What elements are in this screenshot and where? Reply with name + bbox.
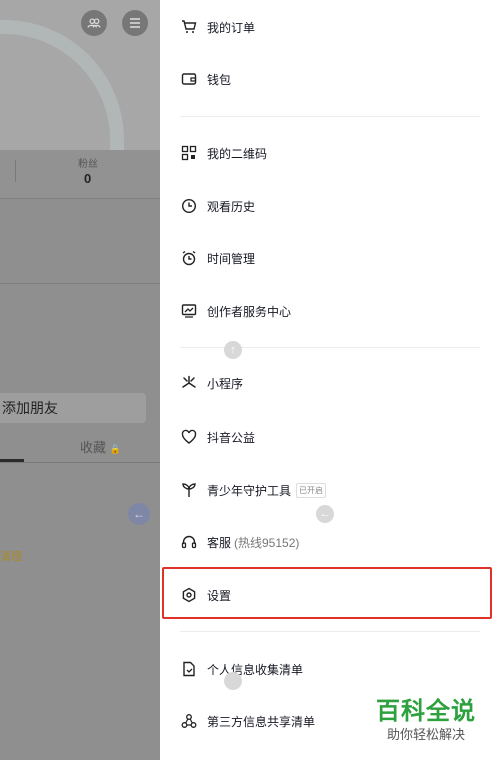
qrcode-icon (180, 144, 198, 162)
menu-item-label: 创作者服务中心 (207, 304, 292, 319)
menu-item-third-party-share[interactable]: 第三方信息共享清单 (180, 706, 315, 736)
alarm-icon (180, 249, 198, 267)
creator-icon (180, 302, 198, 320)
menu-item-mini-program[interactable]: 小程序 (180, 368, 243, 398)
sprout-icon (180, 481, 198, 499)
menu-divider (180, 116, 480, 117)
wallet-icon (180, 70, 198, 88)
hotline-text: (热线95152) (234, 535, 300, 550)
menu-divider (180, 631, 480, 632)
mini-program-icon (180, 374, 198, 392)
touch-indicator (224, 672, 242, 690)
lock-icon: 🔒 (109, 444, 121, 454)
tab-favorites-label: 收藏 (80, 440, 107, 455)
add-friend-button[interactable]: 添加朋友 (0, 393, 146, 423)
menu-item-label: 第三方信息共享清单 (207, 714, 316, 729)
menu-item-label: 我的二维码 (207, 146, 268, 161)
menu-item-label: 时间管理 (207, 251, 256, 266)
menu-item-label: 钱包 (207, 72, 232, 87)
fans-count: 0 (84, 171, 92, 186)
stats-divider (15, 160, 16, 182)
headset-icon (180, 533, 198, 551)
menu-item-label: 观看历史 (207, 199, 256, 214)
menu-item-label: 我的订单 (207, 20, 256, 35)
watermark-title: 百科全说 (376, 698, 476, 725)
menu-item-label: 抖音公益 (207, 430, 256, 445)
menu-item-label: 青少年守护工具 (207, 483, 292, 498)
clock-icon (180, 197, 198, 215)
tab-active-indicator (0, 459, 24, 462)
clean-link[interactable]: 清理 (0, 548, 22, 564)
cart-icon (180, 18, 198, 36)
share-icon (180, 712, 198, 730)
touch-indicator: ← (316, 505, 334, 523)
friends-icon[interactable] (81, 10, 107, 36)
touch-indicator: ↑ (224, 341, 242, 359)
menu-item-orders[interactable]: 我的订单 (180, 12, 255, 42)
arrow-left-icon[interactable]: ← (128, 503, 150, 525)
watermark-subtitle: 助你轻松解决 (386, 727, 465, 742)
status-badge: 已开启 (296, 482, 327, 498)
watermark: 百科全说 助你轻松解决 (376, 698, 476, 744)
fans-label: 粉丝 (78, 159, 98, 170)
background-divider (0, 283, 160, 284)
header-decoration (0, 20, 124, 154)
menu-item-creator-center[interactable]: 创作者服务中心 (180, 296, 291, 326)
doc-icon (180, 660, 198, 678)
menu-item-label: 客服 (207, 535, 232, 550)
settings-highlight-box (162, 567, 492, 619)
menu-item-wallet[interactable]: 钱包 (180, 64, 231, 94)
menu-item-youth-guard[interactable]: 青少年守护工具 已开启 (180, 475, 327, 505)
profile-header (0, 0, 160, 154)
menu-item-time-management[interactable]: 时间管理 (180, 243, 255, 273)
menu-item-charity[interactable]: 抖音公益 (180, 422, 255, 452)
background-overlay[interactable]: 粉丝 0 添加朋友 收藏 🔒 ← 清理 (0, 0, 160, 760)
menu-item-customer-service[interactable]: 客服 (热线95152) (180, 527, 299, 557)
side-drawer: 我的订单 钱包 我的二维码 观看历史 时间管理 创作者服务中心 小程序 抖音公益… (160, 0, 500, 760)
menu-item-label: 个人信息收集清单 (207, 662, 304, 677)
menu-icon[interactable] (122, 10, 148, 36)
tab-favorites[interactable]: 收藏 🔒 (80, 437, 121, 456)
menu-item-label: 小程序 (207, 376, 244, 391)
menu-item-history[interactable]: 观看历史 (180, 191, 255, 221)
charity-icon (180, 428, 198, 446)
menu-item-qrcode[interactable]: 我的二维码 (180, 138, 267, 168)
